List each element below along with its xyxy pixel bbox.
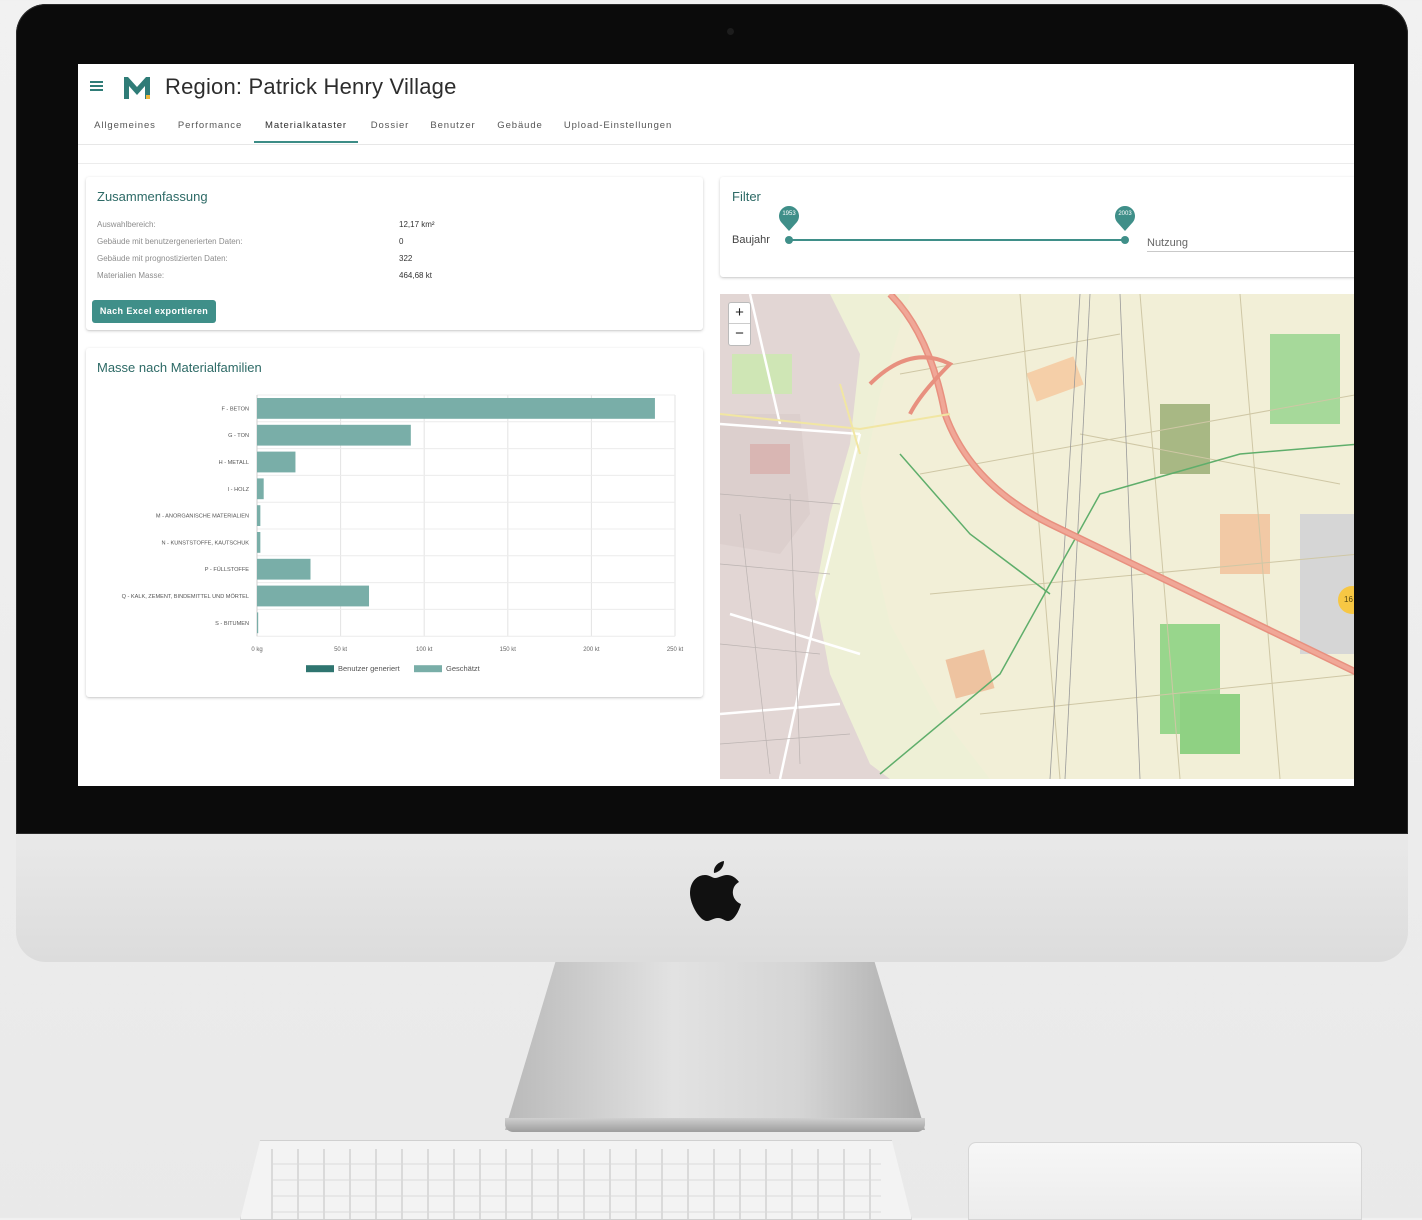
x-tick-label: 0 kg bbox=[251, 647, 262, 653]
bar-geschaetzt bbox=[257, 558, 311, 580]
bar-geschaetzt bbox=[257, 424, 411, 446]
app-logo bbox=[124, 77, 150, 99]
x-tick-label: 200 kt bbox=[583, 647, 600, 653]
baujahr-range-track bbox=[789, 239, 1125, 241]
category-label: F - BETON bbox=[221, 406, 249, 412]
filter-title: Filter bbox=[732, 189, 761, 204]
x-tick-label: 50 kt bbox=[334, 647, 347, 653]
baujahr-label: Baujahr bbox=[732, 234, 770, 246]
top-bar: Region: Patrick Henry Village bbox=[78, 64, 1354, 110]
category-label: S - BITUMEN bbox=[215, 621, 249, 627]
tab-materialkataster[interactable]: Materialkataster bbox=[254, 110, 358, 143]
baujahr-max-value-pin: 2003 bbox=[1114, 204, 1136, 232]
page-title: Region: Patrick Henry Village bbox=[165, 74, 457, 99]
tab-dossier[interactable]: Dossier bbox=[366, 110, 414, 143]
baujahr-min-handle[interactable] bbox=[785, 236, 793, 244]
summary-label: Auswahlbereich: bbox=[97, 220, 156, 229]
summary-value: 464,68 kt bbox=[399, 271, 432, 280]
camera bbox=[727, 28, 734, 35]
nutzung-select[interactable]: Nutzung bbox=[1147, 233, 1354, 252]
divider bbox=[78, 163, 1354, 164]
category-label: I - HOLZ bbox=[228, 487, 250, 493]
summary-value: 322 bbox=[399, 254, 413, 263]
legend-label: Geschätzt bbox=[446, 664, 481, 673]
tab-gebaeude[interactable]: Gebäude bbox=[492, 110, 548, 143]
baujahr-max-handle[interactable] bbox=[1121, 236, 1129, 244]
tab-performance[interactable]: Performance bbox=[174, 110, 246, 143]
tab-benutzer[interactable]: Benutzer bbox=[427, 110, 479, 143]
x-tick-label: 250 kt bbox=[667, 647, 684, 653]
category-label: H - METALL bbox=[219, 460, 249, 466]
map-view[interactable]: + − 16 bbox=[720, 294, 1354, 779]
category-label: P - FÜLLSTOFFE bbox=[205, 566, 250, 573]
baujahr-max-value: 2003 bbox=[1118, 211, 1132, 217]
baujahr-min-value-pin: 1953 bbox=[778, 204, 800, 232]
legend-swatch-geschaetzt bbox=[414, 665, 442, 673]
x-tick-label: 100 kt bbox=[416, 647, 433, 653]
tab-bar: Allgemeines Performance Materialkataster… bbox=[78, 110, 1354, 145]
category-label: M - ANORGANISCHE MATERIALIEN bbox=[156, 514, 249, 520]
export-excel-button[interactable]: Nach Excel exportieren bbox=[92, 300, 216, 323]
summary-label: Gebäude mit prognostizierten Daten: bbox=[97, 254, 228, 263]
map-tiles bbox=[720, 294, 1354, 779]
legend-label: Benutzer generiert bbox=[338, 664, 401, 673]
zoom-in-button[interactable]: + bbox=[729, 303, 750, 324]
legend-swatch-benutzer-generiert bbox=[306, 665, 334, 673]
trackpad bbox=[968, 1142, 1362, 1220]
summary-label: Materialien Masse: bbox=[97, 271, 165, 280]
summary-label: Gebäude mit benutzergenerierten Daten: bbox=[97, 237, 243, 246]
app-screen: Region: Patrick Henry Village Allgemeine… bbox=[78, 64, 1354, 786]
tab-allgemeines[interactable]: Allgemeines bbox=[91, 110, 159, 143]
hamburger-menu-icon[interactable] bbox=[90, 81, 103, 91]
summary-card: Zusammenfassung Auswahlbereich: 12,17 km… bbox=[86, 177, 703, 330]
category-label: N - KUNSTSTOFFE, KAUTSCHUK bbox=[161, 540, 249, 546]
bar-chart: 0 kg 50 kt 100 kt 150 kt 200 kt 250 kt F - BET… bbox=[122, 394, 684, 673]
bar-geschaetzt bbox=[257, 585, 370, 607]
keyboard bbox=[240, 1140, 912, 1220]
bar-geschaetzt bbox=[257, 451, 296, 473]
baujahr-min-value: 1953 bbox=[782, 211, 796, 217]
summary-value: 12,17 km² bbox=[399, 220, 435, 229]
bar-geschaetzt bbox=[257, 532, 261, 553]
monitor-stand-base bbox=[505, 1118, 925, 1132]
nutzung-label: Nutzung bbox=[1147, 237, 1188, 249]
category-label: G - TON bbox=[228, 433, 249, 439]
summary-value: 0 bbox=[399, 237, 404, 246]
filter-card: Filter Baujahr 1953 2003 Nutzung bbox=[720, 177, 1354, 277]
chart-card: Masse nach Materialfamilien 0 kg 50 kt 100… bbox=[86, 348, 703, 697]
monitor-stand bbox=[505, 962, 925, 1130]
tab-upload-einstellungen[interactable]: Upload-Einstellungen bbox=[562, 110, 674, 143]
category-label: Q - KALK, ZEMENT, BINDEMITTEL UND MÖRTEL bbox=[122, 593, 249, 600]
bar-geschaetzt bbox=[257, 612, 259, 634]
summary-title: Zusammenfassung bbox=[97, 189, 208, 204]
zoom-out-button[interactable]: − bbox=[729, 324, 750, 344]
bar-geschaetzt bbox=[257, 398, 655, 419]
apple-logo-icon bbox=[690, 861, 741, 921]
map-zoom-control: + − bbox=[728, 302, 751, 346]
x-tick-label: 150 kt bbox=[500, 647, 517, 653]
bar-geschaetzt bbox=[257, 478, 264, 500]
bar-geschaetzt bbox=[257, 505, 261, 526]
